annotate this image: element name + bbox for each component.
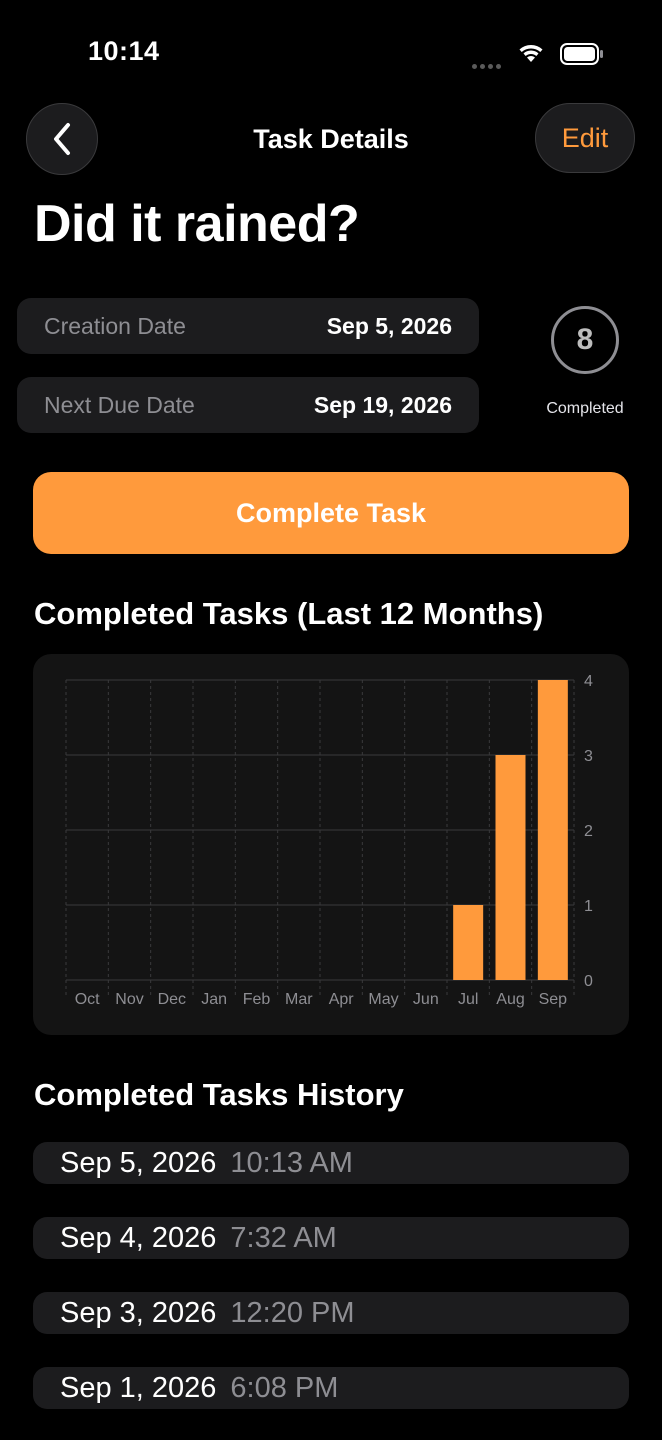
history-item[interactable]: Sep 4, 2026 7:32 AM [33, 1217, 629, 1259]
edit-button[interactable]: Edit [535, 103, 635, 173]
history-time: 7:32 AM [230, 1221, 337, 1254]
creation-date-value: Sep 5, 2026 [326, 312, 452, 339]
history-date: Sep 1, 2026 [60, 1371, 217, 1404]
next-due-date-card: Next Due Date Sep 19, 2026 [17, 377, 479, 433]
history-item[interactable]: Sep 1, 2026 6:08 PM [33, 1367, 629, 1409]
bar-chart: Oct Nov Dec Jan Feb Mar Apr May Jun Jul Aug Sep 0 1 2 3… [65, 673, 593, 1008]
history-heading: Completed Tasks History [34, 1077, 404, 1112]
completed-count-label: Completed [546, 400, 624, 417]
y-tick-label: 4 [584, 673, 593, 690]
y-tick-label: 2 [584, 823, 593, 840]
y-tick-label: 1 [584, 898, 593, 915]
history-date: Sep 5, 2026 [60, 1146, 217, 1179]
task-details-screen: 10:14 Task Details Edit Did it rained? C… [0, 0, 662, 1440]
wifi-icon [519, 45, 543, 62]
x-tick-label: Oct [75, 991, 100, 1008]
x-tick-label: May [368, 991, 398, 1008]
x-tick-label: Dec [158, 991, 186, 1008]
creation-date-label: Creation Date [44, 312, 186, 339]
completed-count-badge: 8 [551, 306, 619, 374]
chart-bar [537, 680, 568, 980]
chart-bar [495, 755, 526, 980]
history-date: Sep 3, 2026 [60, 1296, 217, 1329]
history-date: Sep 4, 2026 [60, 1221, 217, 1254]
x-tick-label: Nov [115, 991, 143, 1008]
history-time: 10:13 AM [230, 1146, 353, 1179]
x-tick-label: Apr [329, 991, 355, 1008]
y-tick-label: 3 [584, 748, 593, 765]
x-tick-label: Jun [413, 991, 439, 1008]
history-time: 12:20 PM [230, 1296, 355, 1329]
history-time: 6:08 PM [230, 1371, 339, 1404]
x-tick-label: Jul [458, 991, 478, 1008]
status-time: 10:14 [88, 36, 160, 66]
x-tick-label: Aug [496, 991, 524, 1008]
completed-tasks-chart: Oct Nov Dec Jan Feb Mar Apr May Jun Jul Aug Sep 0 1 2 3… [33, 654, 629, 1035]
y-tick-label: 0 [584, 973, 593, 990]
next-due-date-label: Next Due Date [44, 391, 195, 418]
battery-icon [560, 43, 603, 65]
x-tick-label: Jan [201, 991, 227, 1008]
x-tick-label: Feb [243, 991, 271, 1008]
creation-date-card: Creation Date Sep 5, 2026 [17, 298, 479, 354]
history-item[interactable]: Sep 3, 2026 12:20 PM [33, 1292, 629, 1334]
chart-heading: Completed Tasks (Last 12 Months) [34, 596, 544, 631]
x-tick-label: Sep [539, 991, 568, 1008]
chart-bar [453, 905, 484, 980]
next-due-date-value: Sep 19, 2026 [313, 391, 452, 418]
history-item[interactable]: Sep 5, 2026 10:13 AM [33, 1142, 629, 1184]
x-tick-label: Mar [285, 991, 313, 1008]
status-icons [472, 40, 608, 69]
cellular-signal-icon [472, 56, 504, 74]
task-title: Did it rained? [34, 195, 360, 253]
complete-task-button[interactable]: Complete Task [33, 472, 629, 554]
